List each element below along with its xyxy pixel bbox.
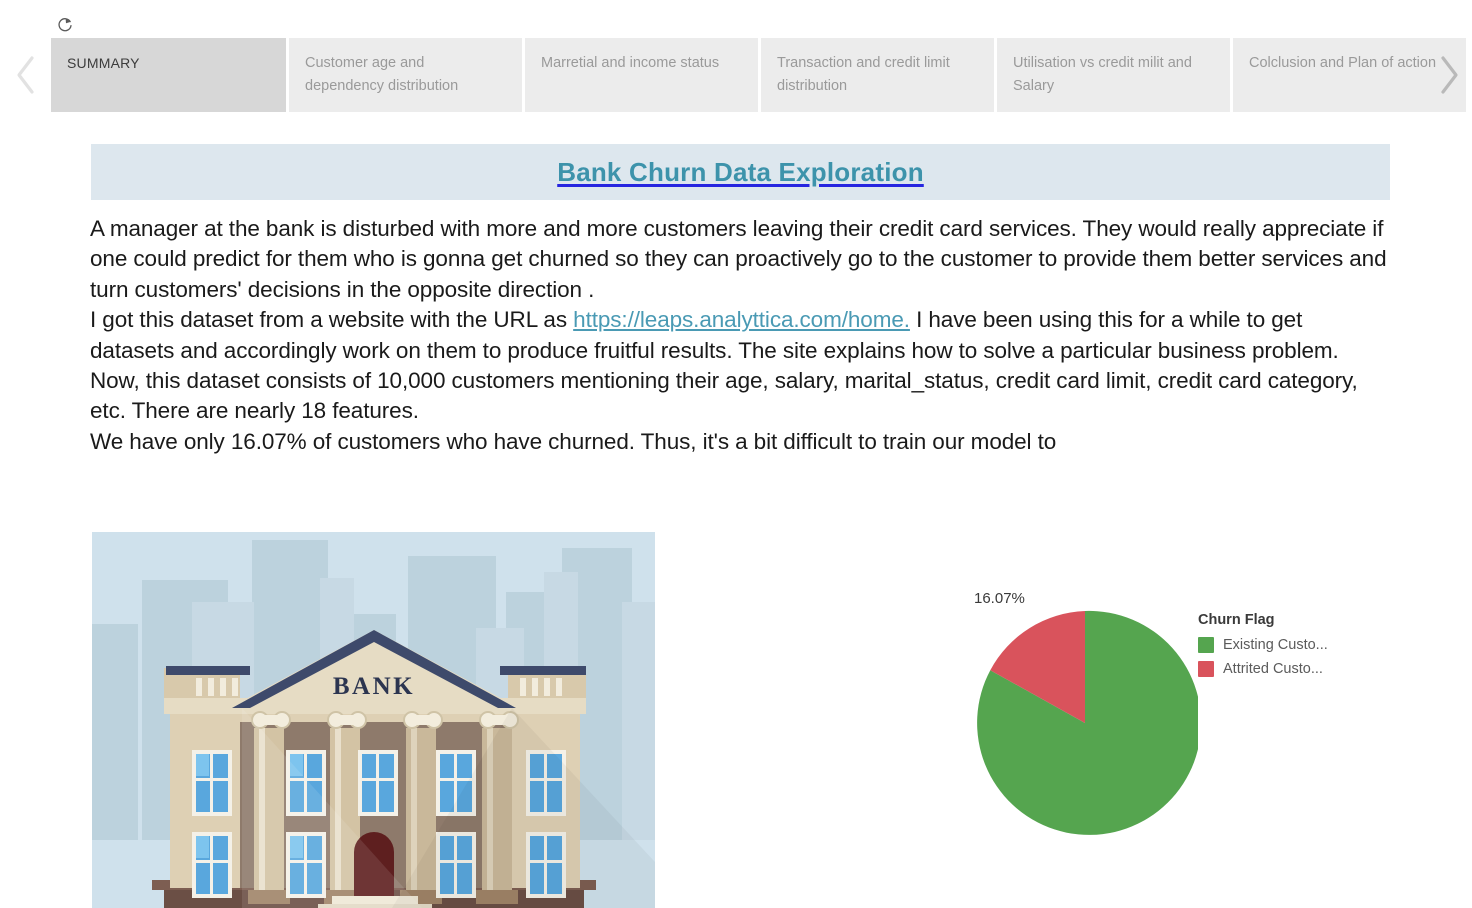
chevron-left-icon[interactable]: [2, 38, 50, 112]
paragraph-source-prefix: I got this dataset from a website with t…: [90, 307, 574, 333]
tab-summary[interactable]: SUMMARY: [51, 38, 286, 112]
legend-label: Attrited Custo...: [1223, 661, 1323, 677]
tab-strip: SUMMARY Customer age and dependency dist…: [0, 38, 1472, 112]
legend-swatch-red: [1198, 661, 1214, 677]
summary-text-block: A manager at the bank is disturbed with …: [90, 214, 1390, 457]
tab-transaction-credit-limit[interactable]: Transaction and credit limit distributio…: [761, 38, 994, 112]
legend-label: Existing Custo...: [1223, 637, 1328, 653]
refresh-icon[interactable]: [52, 12, 78, 38]
paragraph-dataset-description: Now, this dataset consists of 10,000 cus…: [90, 368, 1358, 424]
chevron-right-icon[interactable]: [1424, 38, 1472, 112]
tab-label: Colclusion and Plan of action: [1249, 55, 1437, 71]
tab-utilisation-credit-salary[interactable]: Utilisation vs credit milit and Salary: [997, 38, 1230, 112]
tab-marital-income-status[interactable]: Marretial and income status: [525, 38, 758, 112]
paragraph-churn-rate: We have only 16.07% of customers who hav…: [90, 428, 1057, 454]
tab-label: Transaction and credit limit distributio…: [777, 55, 950, 94]
legend-swatch-green: [1198, 637, 1214, 653]
tab-customer-age-dependency[interactable]: Customer age and dependency distribution: [289, 38, 522, 112]
svg-text:BANK: BANK: [333, 673, 415, 700]
bank-building-illustration: BANK: [92, 532, 655, 908]
dashboard-page: SUMMARY Customer age and dependency dist…: [0, 0, 1472, 908]
page-title: Bank Churn Data Exploration: [557, 156, 924, 187]
legend-title: Churn Flag: [1198, 612, 1275, 628]
toolbar: [0, 0, 1472, 38]
pie-graphic: [972, 610, 1198, 836]
dataset-source-link[interactable]: https://leaps.analyttica.com/home.: [573, 307, 910, 332]
title-banner: Bank Churn Data Exploration: [91, 144, 1390, 200]
pie-label-attrited: 16.07%: [974, 590, 1025, 607]
legend-item-attrited[interactable]: Attrited Custo...: [1198, 661, 1366, 677]
churn-pie-chart: 16.07% 83.93% Churn Flag Existing Custo.…: [950, 590, 1370, 908]
legend-item-existing[interactable]: Existing Custo...: [1198, 637, 1366, 653]
paragraph-dataset-source: I got this dataset from a website with t…: [90, 305, 1390, 366]
chart-legend: Churn Flag Existing Custo... Attrited Cu…: [1198, 612, 1366, 685]
tab-label: SUMMARY: [67, 55, 140, 71]
tab-label: Customer age and dependency distribution: [305, 55, 459, 94]
paragraph-intro: A manager at the bank is disturbed with …: [90, 216, 1387, 302]
tab-list: SUMMARY Customer age and dependency dist…: [51, 38, 1466, 112]
content-panel: Bank Churn Data Exploration A manager at…: [0, 112, 1472, 908]
tab-label: Marretial and income status: [541, 55, 720, 71]
tab-label: Utilisation vs credit milit and Salary: [1013, 55, 1192, 94]
